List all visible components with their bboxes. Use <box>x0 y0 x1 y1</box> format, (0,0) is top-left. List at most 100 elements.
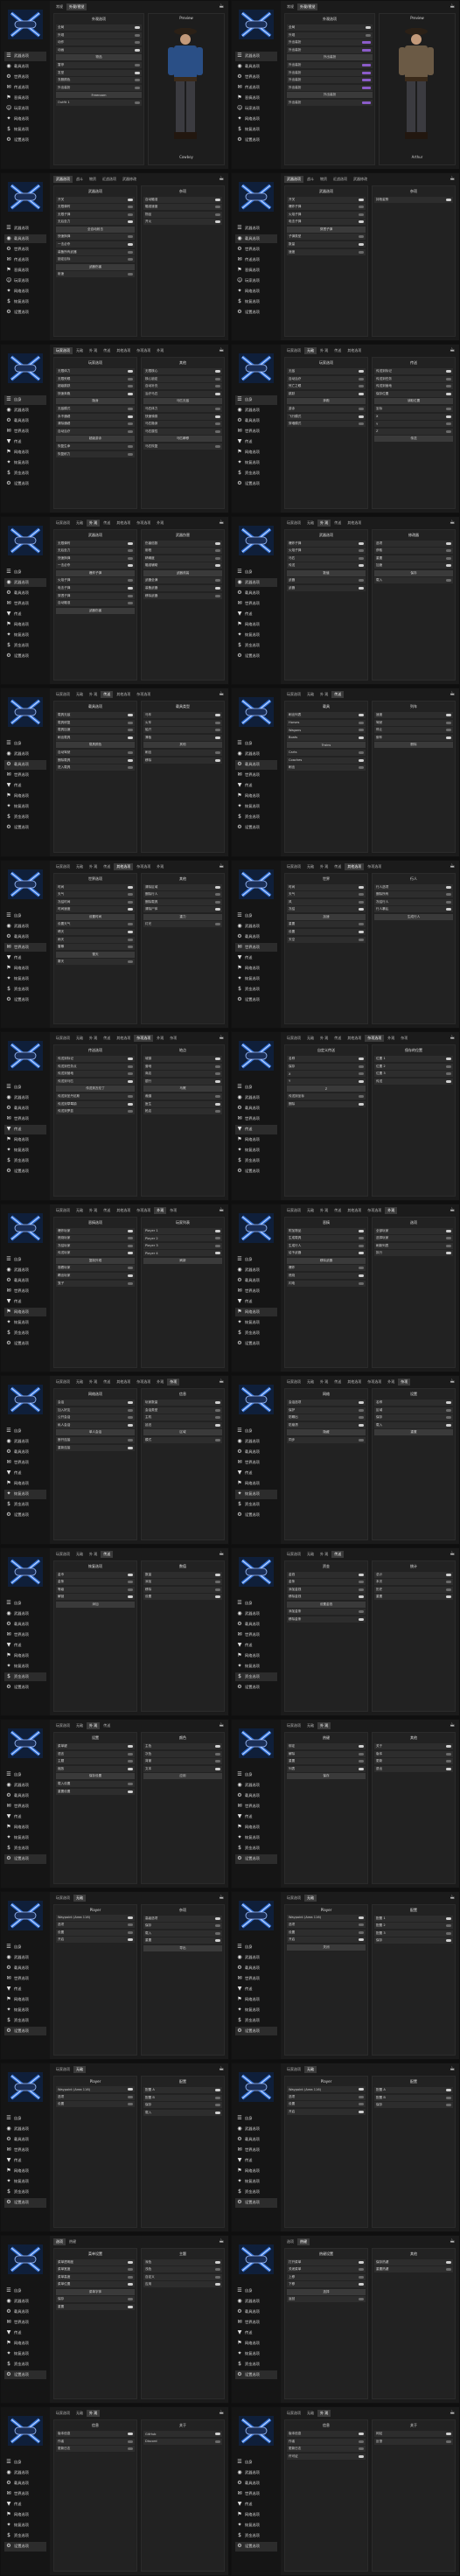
toggle-switch[interactable] <box>446 1588 451 1591</box>
sidebar-item[interactable]: ✉ 世界选项 <box>4 1630 46 1640</box>
option-row[interactable]: 会话类型 <box>143 1407 222 1414</box>
sidebar-item[interactable]: ☰ 自身 <box>235 568 277 577</box>
toggle-switch[interactable] <box>359 885 364 889</box>
option-row[interactable]: 重置 <box>374 555 453 562</box>
option-row[interactable]: 燃烧玩家 <box>56 1235 135 1242</box>
option-row[interactable]: Player 2 <box>143 1235 222 1242</box>
sidebar-item[interactable]: ▼ 传送 <box>4 437 46 447</box>
toggle-switch[interactable] <box>215 750 220 754</box>
sidebar-item[interactable]: ◉ 武器选项 <box>4 1266 46 1275</box>
tab[interactable]: 外 观 <box>317 1722 331 1729</box>
sidebar-item[interactable]: ☰ 自身 <box>4 568 46 577</box>
sidebar-item[interactable]: ☰ 自身 <box>4 1943 46 1952</box>
option-row[interactable]: 自动驾驶 <box>56 749 135 756</box>
toggle-switch[interactable] <box>128 1446 133 1449</box>
tab[interactable]: 武器选项 <box>53 175 73 183</box>
tab[interactable]: 无敌 <box>304 1207 317 1214</box>
option-row[interactable]: 火车 <box>143 719 222 726</box>
toggle-switch[interactable] <box>359 2433 364 2435</box>
sidebar-item[interactable]: ⚙ 载具选项 <box>235 1791 277 1801</box>
option-row[interactable]: 自动瞄准 <box>56 600 135 607</box>
sidebar-item[interactable]: ⚑ 网络选项 <box>235 1651 277 1661</box>
toggle-switch[interactable] <box>128 1923 133 1927</box>
toggle-switch[interactable] <box>128 1079 133 1083</box>
sidebar-item[interactable]: ⚑ 网络选项 <box>4 1307 46 1316</box>
action-button[interactable]: 载具颜色 <box>56 742 135 749</box>
sidebar-item[interactable]: ✦ 恢复选项 <box>235 2521 277 2531</box>
option-row[interactable]: 超级跳跃 <box>56 383 135 390</box>
toggle-switch[interactable] <box>128 946 133 949</box>
tab[interactable]: 传送 <box>331 691 345 698</box>
option-row[interactable]: 开启 <box>56 1937 135 1944</box>
option-row[interactable]: 载入设置 <box>56 1780 135 1787</box>
kofi-icon[interactable]: ☕ <box>450 175 457 182</box>
option-row[interactable]: 背景 <box>143 1758 222 1765</box>
color-swatch[interactable] <box>362 63 371 66</box>
option-row[interactable]: Y <box>287 1078 366 1085</box>
option-row[interactable]: 应用 <box>143 2281 222 2288</box>
toggle-switch[interactable] <box>215 594 220 597</box>
option-row[interactable]: 子弹类型 <box>287 234 366 241</box>
sidebar-item[interactable]: ⚑ 恶搞选项 <box>235 94 277 103</box>
tab[interactable]: 外 观 <box>87 347 100 354</box>
toggle-switch[interactable] <box>215 206 220 209</box>
tab[interactable]: 外观 <box>154 1379 166 1386</box>
toggle-switch[interactable] <box>446 1581 451 1584</box>
option-row[interactable]: 开关 <box>287 196 366 203</box>
option-row[interactable]: 灯光 <box>143 921 222 928</box>
sidebar-item[interactable]: ⚑ 网络选项 <box>4 1995 46 2005</box>
sidebar-item[interactable]: ▼ 传送 <box>4 2328 46 2338</box>
option-row[interactable]: 火焰子弹 <box>287 548 366 555</box>
tab[interactable]: 外观 <box>154 1035 166 1042</box>
toggle-switch[interactable] <box>215 556 220 560</box>
toggle-switch[interactable] <box>446 900 451 904</box>
option-row[interactable]: 冻结行人 <box>374 898 453 905</box>
sidebar-item[interactable]: ✉ 世界选项 <box>4 2489 46 2499</box>
option-row[interactable]: 保护 <box>287 1407 366 1414</box>
action-button[interactable]: 设置金钱 <box>287 1601 366 1608</box>
tab[interactable]: 常规 <box>53 3 66 10</box>
toggle-switch[interactable] <box>128 1595 133 1599</box>
toggle-switch[interactable] <box>446 429 451 433</box>
tab[interactable]: 外 观 <box>87 519 101 527</box>
option-row[interactable]: 配置 2 <box>374 1923 453 1930</box>
toggle-switch[interactable] <box>128 885 133 889</box>
option-row[interactable]: 位置 1 <box>374 1056 453 1062</box>
sidebar-item[interactable]: ✦ 恢复选项 <box>4 1318 46 1328</box>
toggle-switch[interactable] <box>128 1072 133 1076</box>
action-button[interactable]: 重力 <box>143 913 222 920</box>
toggle-switch[interactable] <box>128 2088 133 2091</box>
option-row[interactable]: 重新连接 <box>56 1444 135 1451</box>
tab[interactable]: 外 观 <box>317 519 331 527</box>
sidebar-item[interactable]: $ 恢复选项 <box>4 125 46 135</box>
toggle-switch[interactable] <box>359 1065 364 1068</box>
option-row[interactable]: 添加 <box>143 1579 222 1586</box>
action-button[interactable]: 读取位置 <box>374 398 453 405</box>
toggle-switch[interactable] <box>215 2111 220 2114</box>
toggle-switch[interactable] <box>359 736 364 739</box>
toggle-switch[interactable] <box>359 2088 364 2091</box>
toggle-switch[interactable] <box>128 602 133 605</box>
sidebar-item[interactable]: ☰ 自身 <box>4 739 46 749</box>
option-row[interactable]: 同步 <box>287 1436 366 1443</box>
toggle-switch[interactable] <box>128 2275 133 2279</box>
sidebar-item[interactable]: ⚑ 网络选项 <box>4 1823 46 1833</box>
option-row[interactable]: Carts <box>287 749 366 756</box>
tab[interactable]: 无敌 <box>304 347 317 354</box>
tab[interactable]: 无敌 <box>304 1894 317 1902</box>
tab[interactable]: 无敌 <box>73 2066 86 2073</box>
action-button[interactable]: 雪天 <box>56 951 135 958</box>
kofi-icon[interactable]: ☕ <box>219 1034 226 1041</box>
option-row[interactable]: 恢复生命 <box>56 443 135 450</box>
option-row[interactable]: 射速 <box>56 271 135 278</box>
sidebar-item[interactable]: ◉ 武器选项 <box>4 1437 46 1447</box>
toggle-switch[interactable] <box>359 564 364 568</box>
option-row[interactable]: 菜单透明度 <box>56 2258 135 2265</box>
action-button[interactable]: 超级游泳 <box>56 436 135 443</box>
sidebar-item[interactable]: ✦ 恢复选项 <box>4 2177 46 2187</box>
option-row[interactable]: 返回 <box>287 2296 366 2303</box>
option-row[interactable]: 模式 <box>143 1436 222 1443</box>
action-button[interactable]: 重置 <box>374 1429 453 1436</box>
tab[interactable]: 杂项 <box>398 1379 411 1386</box>
option-row[interactable]: 载入 <box>374 577 453 584</box>
